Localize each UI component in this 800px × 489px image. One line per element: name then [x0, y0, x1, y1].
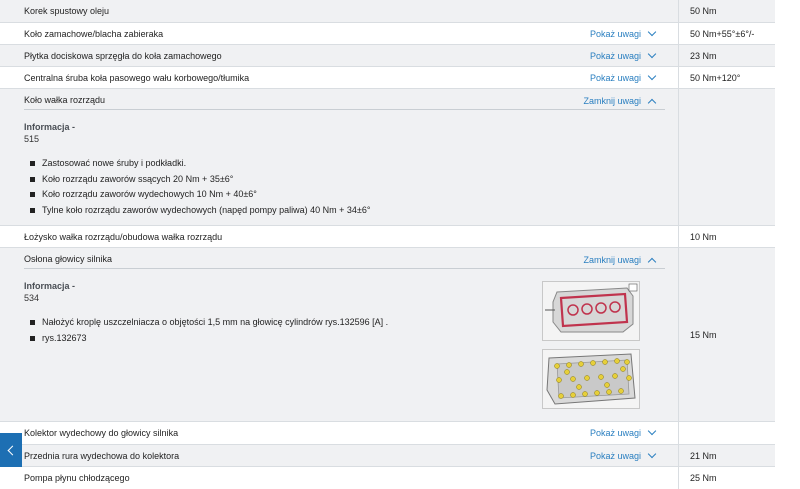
torque-value: 50 Nm+120°	[690, 72, 741, 83]
torque-value: 21 Nm	[690, 450, 717, 461]
chevron-down-icon	[647, 71, 657, 80]
torque-value: 50 Nm+55°±6°/-	[690, 28, 755, 39]
table-row-expanded: Koło wałka rozrządu Zamknij uwagi Inform…	[0, 89, 775, 226]
table-row: Łożysko wałka rozrządu/obudowa wałka roz…	[0, 226, 775, 248]
row-label: Przednia rura wydechowa do kolektora	[24, 450, 180, 461]
chevron-left-icon	[7, 445, 18, 455]
torque-table: Korek spustowy oleju 50 Nm Koło zamachow…	[0, 0, 775, 489]
chevron-down-icon	[647, 49, 657, 58]
toggle-label: Zamknij uwagi	[583, 96, 641, 106]
right-margin	[775, 0, 800, 487]
show-notes-toggle[interactable]: Pokaż uwagi	[589, 67, 657, 88]
toggle-label: Pokaż uwagi	[589, 50, 641, 61]
row-label: Koło zamachowe/blacha zabieraka	[24, 28, 164, 39]
table-row-expanded: Osłona głowicy silnika Zamknij uwagi Inf…	[0, 248, 775, 422]
back-nav-button[interactable]	[0, 433, 22, 467]
table-row: Centralna śruba koła pasowego wału korbo…	[0, 67, 775, 89]
list-item: Tylne koło rozrządu zaworów wydechowych …	[24, 203, 666, 219]
close-notes-toggle[interactable]: Zamknij uwagi	[583, 253, 657, 267]
show-notes-toggle[interactable]: Pokaż uwagi	[589, 422, 657, 444]
table-row: Płytka dociskowa sprzęgła do koła zamach…	[0, 45, 775, 67]
notes-list: Zastosować nowe śruby i podkładki. Koło …	[24, 156, 666, 218]
info-title: Informacja -	[24, 122, 76, 132]
close-notes-toggle[interactable]: Zamknij uwagi	[583, 94, 657, 108]
torque-value: 10 Nm	[690, 231, 717, 242]
torque-value: 23 Nm	[690, 50, 717, 61]
diagram-image-132673[interactable]	[542, 349, 640, 409]
info-number: 515	[24, 134, 40, 144]
table-row: Koło zamachowe/blacha zabieraka Pokaż uw…	[0, 23, 775, 45]
chevron-up-icon	[647, 257, 657, 266]
diagram-image-132596[interactable]	[542, 281, 640, 341]
table-row: Pompa płynu chłodzącego 25 Nm	[0, 467, 775, 489]
torque-value: 15 Nm	[690, 329, 717, 340]
table-row: Korek spustowy oleju 50 Nm	[0, 0, 775, 23]
chevron-down-icon	[647, 449, 657, 458]
chevron-down-icon	[647, 27, 657, 36]
toggle-label: Pokaż uwagi	[589, 72, 641, 83]
row-label: Płytka dociskowa sprzęgła do koła zamach…	[24, 50, 222, 61]
cylinder-head-diagram-icon	[543, 282, 639, 340]
row-label: Osłona głowicy silnika	[24, 254, 113, 264]
torque-value: 50 Nm	[690, 6, 717, 16]
row-label: Centralna śruba koła pasowego wału korbo…	[24, 72, 250, 83]
table-row: Przednia rura wydechowa do kolektora Pok…	[0, 445, 775, 467]
show-notes-toggle[interactable]: Pokaż uwagi	[589, 23, 657, 44]
toggle-label: Pokaż uwagi	[589, 28, 641, 39]
row-label: Kolektor wydechowy do głowicy silnika	[24, 428, 179, 438]
row-label: Łożysko wałka rozrządu/obudowa wałka roz…	[24, 231, 223, 242]
toggle-label: Pokaż uwagi	[589, 428, 641, 438]
show-notes-toggle[interactable]: Pokaż uwagi	[589, 445, 657, 466]
toggle-label: Pokaż uwagi	[589, 450, 641, 461]
list-item: Koło rozrządu zaworów wydechowych 10 Nm …	[24, 187, 666, 203]
list-item: Koło rozrządu zaworów ssących 20 Nm + 35…	[24, 172, 666, 188]
list-item: Zastosować nowe śruby i podkładki.	[24, 156, 666, 172]
row-label: Koło wałka rozrządu	[24, 95, 106, 105]
toggle-label: Zamknij uwagi	[583, 255, 641, 265]
table-row: Kolektor wydechowy do głowicy silnika Po…	[0, 422, 775, 445]
bolt-sequence-diagram-icon	[543, 350, 639, 408]
row-label: Pompa płynu chłodzącego	[24, 473, 130, 483]
show-notes-toggle[interactable]: Pokaż uwagi	[589, 45, 657, 66]
row-label: Korek spustowy oleju	[24, 6, 110, 16]
chevron-up-icon	[647, 98, 657, 107]
torque-value: 25 Nm	[690, 473, 717, 483]
chevron-down-icon	[647, 426, 657, 436]
